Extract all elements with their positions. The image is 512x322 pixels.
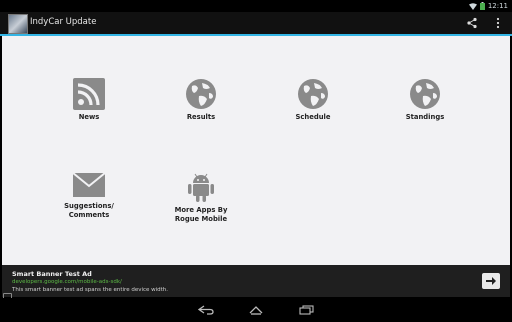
tile-news[interactable]: News bbox=[41, 78, 137, 122]
navigation-bar bbox=[0, 298, 512, 322]
home-icon[interactable] bbox=[247, 305, 265, 315]
rss-icon bbox=[73, 78, 105, 110]
app-logo[interactable] bbox=[8, 14, 28, 34]
status-icons: 12:11 bbox=[468, 0, 508, 12]
back-icon[interactable] bbox=[197, 305, 215, 315]
tile-label-more-apps: More Apps By Rogue Mobile bbox=[174, 206, 228, 223]
tile-more-apps[interactable]: More Apps By Rogue Mobile bbox=[153, 171, 249, 223]
ad-arrow-button[interactable] bbox=[482, 273, 500, 289]
share-icon[interactable] bbox=[466, 17, 478, 29]
tile-label-schedule: Schedule bbox=[295, 113, 331, 121]
tile-standings[interactable]: Standings bbox=[377, 78, 473, 122]
battery-icon bbox=[479, 2, 485, 10]
arrow-right-icon bbox=[486, 277, 496, 285]
globe-icon bbox=[298, 79, 328, 109]
globe-icon bbox=[410, 79, 440, 109]
app-title: IndyCar Update bbox=[30, 17, 97, 27]
main-content: News Results Schedule Standings Suggesti… bbox=[2, 36, 510, 265]
ad-description: This smart banner test ad spans the enti… bbox=[12, 287, 169, 293]
tile-schedule[interactable]: Schedule bbox=[265, 78, 361, 122]
tile-label-standings: Standings bbox=[405, 113, 445, 121]
overflow-menu-icon[interactable] bbox=[492, 17, 504, 29]
ad-url[interactable]: developers.google.com/mobile-ads-sdk/ bbox=[12, 279, 122, 285]
ad-title: Smart Banner Test Ad bbox=[12, 270, 92, 278]
tile-label-results: Results bbox=[186, 113, 216, 121]
globe-icon bbox=[186, 79, 216, 109]
envelope-icon bbox=[73, 173, 105, 197]
tile-suggestions[interactable]: Suggestions/ Comments bbox=[41, 173, 137, 219]
tile-label-news: News bbox=[78, 113, 100, 121]
tile-results[interactable]: Results bbox=[153, 78, 249, 122]
status-bar: 12:11 bbox=[0, 0, 512, 12]
recent-apps-icon[interactable] bbox=[298, 305, 316, 315]
android-icon bbox=[188, 173, 214, 202]
ad-banner[interactable]: Smart Banner Test Ad developers.google.c… bbox=[2, 265, 510, 297]
tile-label-suggestions: Suggestions/ Comments bbox=[64, 202, 114, 219]
wifi-icon bbox=[468, 2, 477, 10]
status-time: 12:11 bbox=[487, 2, 508, 10]
